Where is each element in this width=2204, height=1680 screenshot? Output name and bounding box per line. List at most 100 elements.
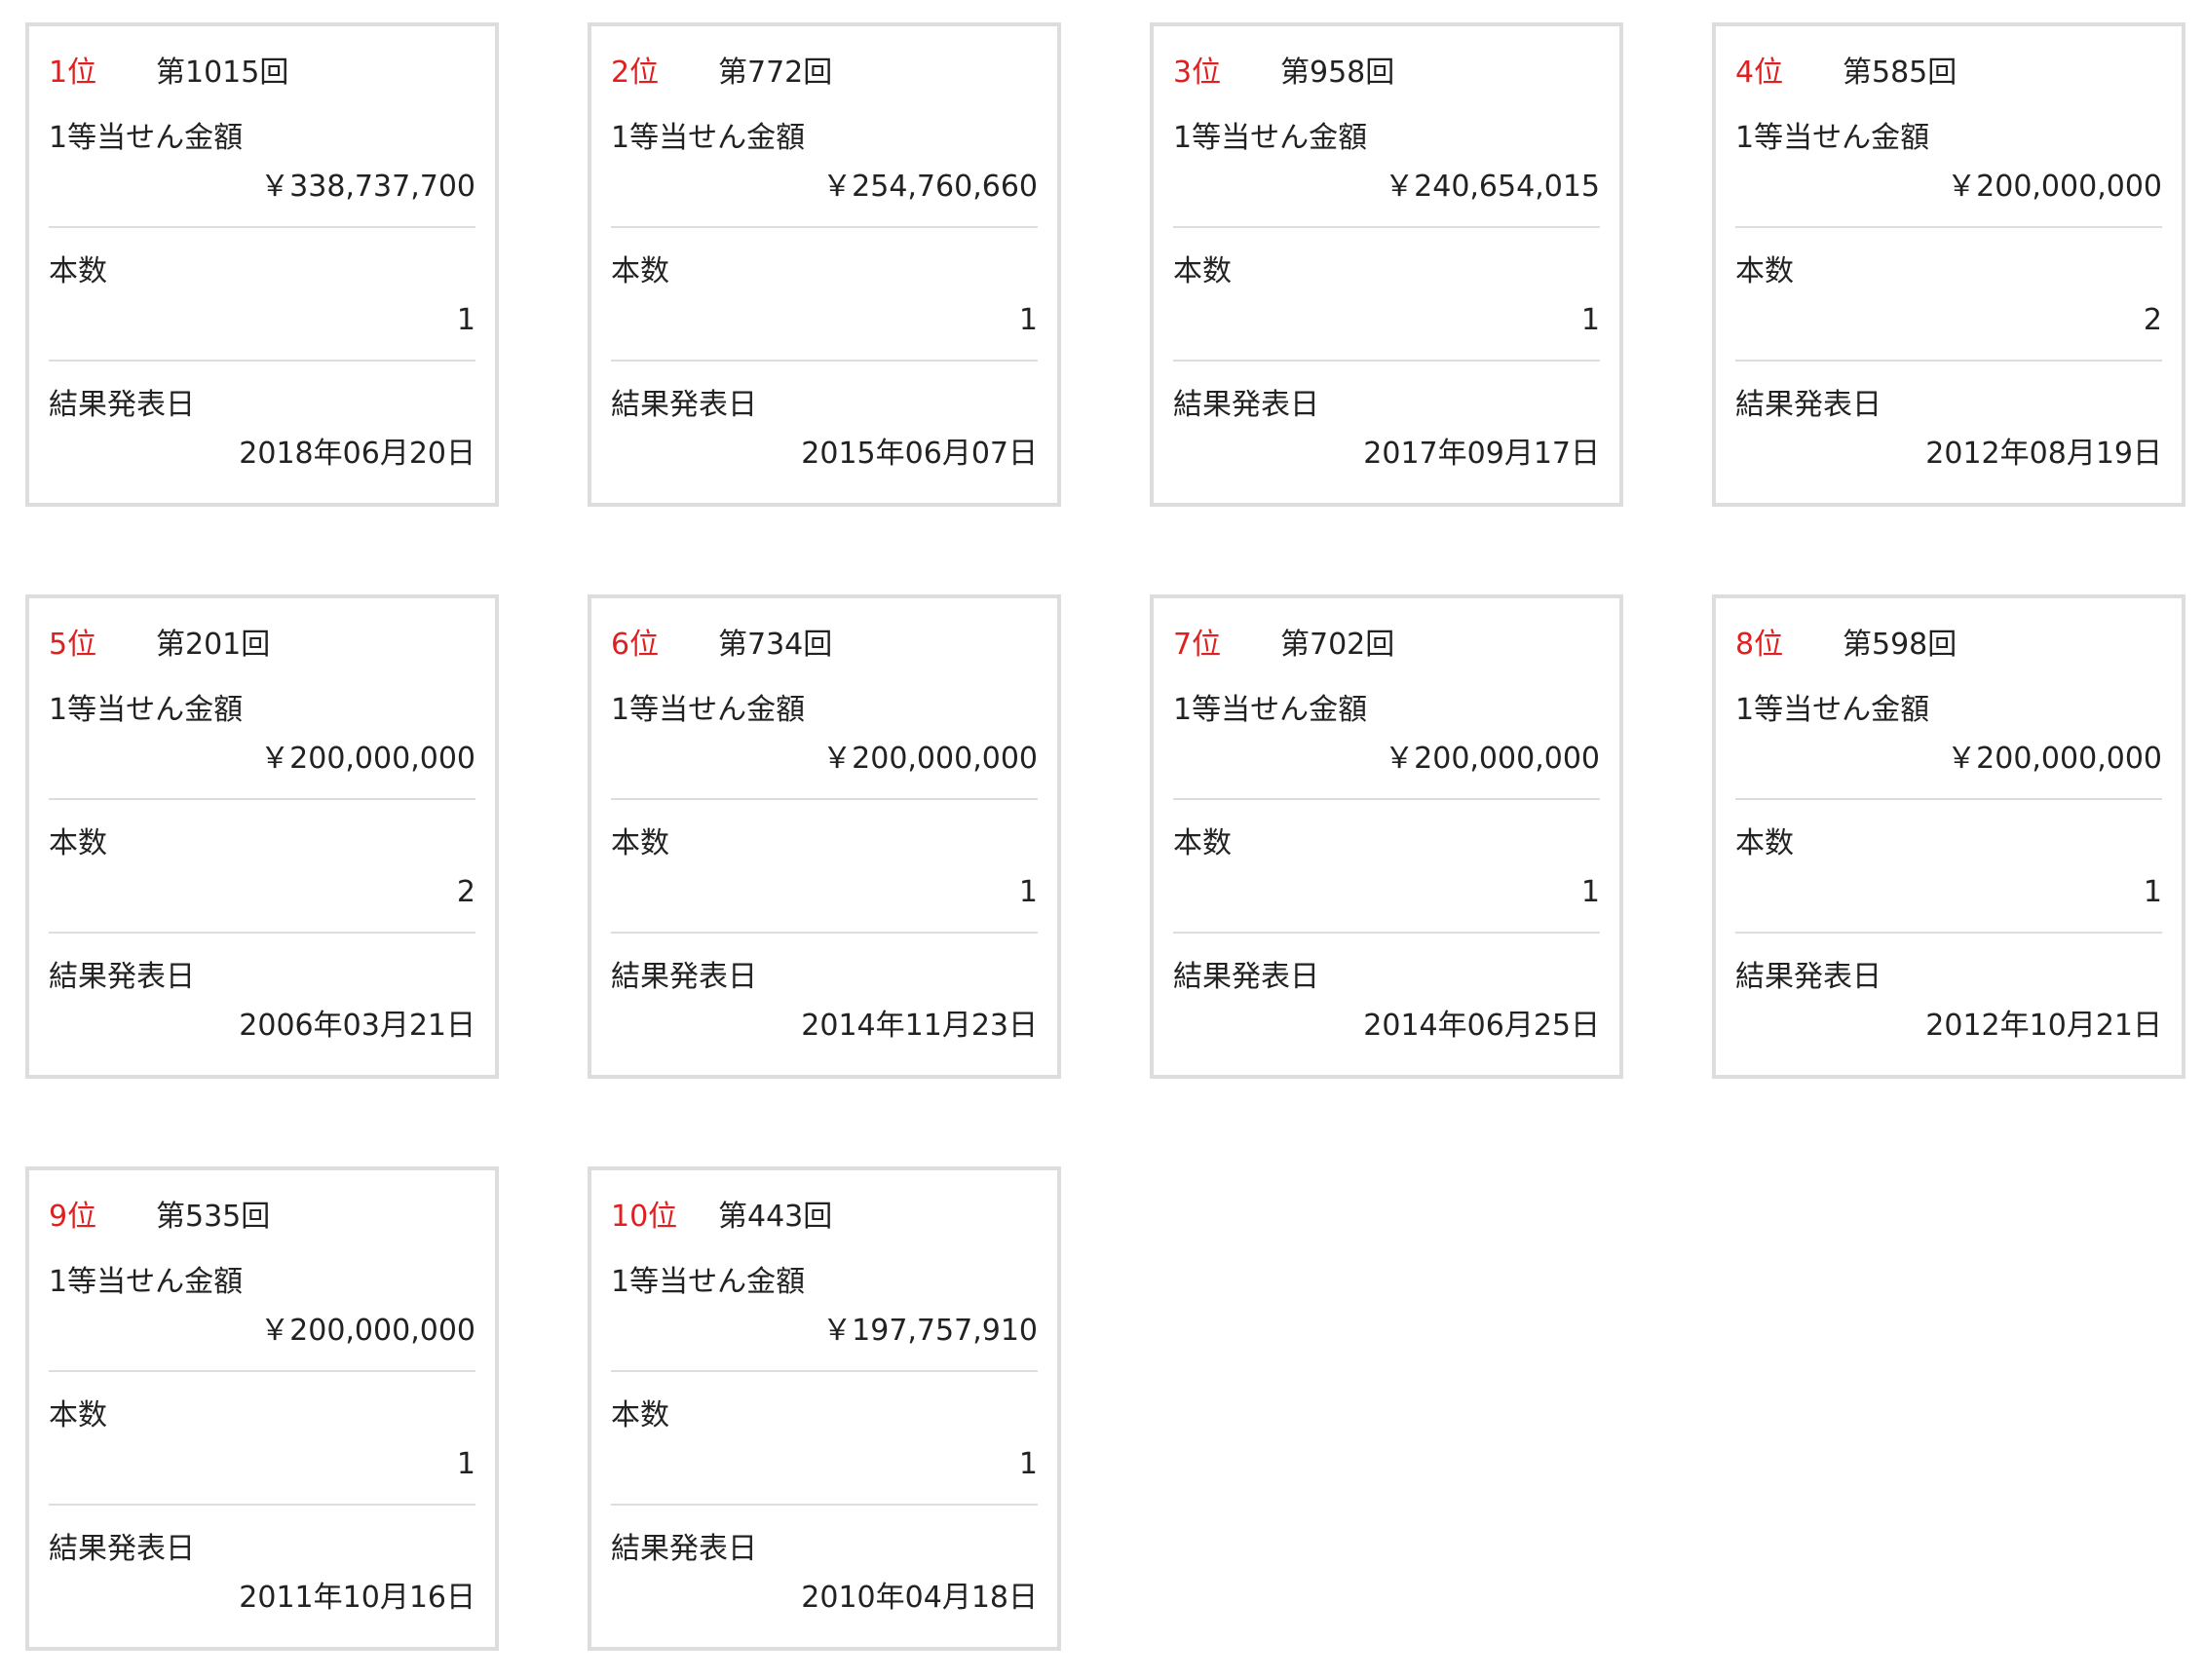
draw-number: 第1015回 bbox=[156, 56, 289, 90]
ranking-card: 8位 第598回 1等当せん金額 ￥200,000,000 本数 1 結果発表日… bbox=[1712, 594, 2185, 1079]
count-section: 本数 1 bbox=[1173, 228, 1600, 362]
card-header: 6位 第734回 bbox=[611, 616, 1038, 667]
winner-count: 2 bbox=[2143, 303, 2162, 337]
date-section: 結果発表日 2014年11月23日 bbox=[611, 934, 1038, 1067]
count-section: 本数 1 bbox=[611, 1372, 1038, 1506]
count-section: 本数 1 bbox=[1735, 800, 2162, 934]
card-header: 9位 第535回 bbox=[49, 1188, 475, 1239]
rank-label: 5位 bbox=[49, 628, 97, 662]
prize-amount: ￥200,000,000 bbox=[1385, 742, 1600, 776]
date-label: 結果発表日 bbox=[611, 388, 757, 422]
rank-label: 3位 bbox=[1173, 56, 1222, 90]
count-label: 本数 bbox=[611, 826, 669, 860]
date-section: 結果発表日 2018年06月20日 bbox=[49, 362, 475, 495]
prize-section: 1等当せん金額 ￥240,654,015 bbox=[1173, 95, 1600, 228]
date-section: 結果発表日 2012年08月19日 bbox=[1735, 362, 2162, 495]
rank-label: 10位 bbox=[611, 1200, 678, 1234]
prize-label: 1等当せん金額 bbox=[49, 693, 244, 727]
rank-label: 1位 bbox=[49, 56, 97, 90]
prize-amount: ￥200,000,000 bbox=[822, 742, 1038, 776]
count-label: 本数 bbox=[1173, 826, 1232, 860]
card-header: 7位 第702回 bbox=[1173, 616, 1600, 667]
count-label: 本数 bbox=[611, 1398, 669, 1432]
prize-amount: ￥240,654,015 bbox=[1385, 170, 1600, 204]
date-section: 結果発表日 2006年03月21日 bbox=[49, 934, 475, 1067]
count-section: 本数 1 bbox=[611, 228, 1038, 362]
draw-number: 第958回 bbox=[1280, 56, 1395, 90]
count-label: 本数 bbox=[1735, 826, 1794, 860]
result-date: 2012年10月21日 bbox=[1925, 1009, 2162, 1043]
result-date: 2006年03月21日 bbox=[239, 1009, 475, 1043]
prize-amount: ￥200,000,000 bbox=[1947, 742, 2162, 776]
card-header: 4位 第585回 bbox=[1735, 44, 2162, 95]
prize-label: 1等当せん金額 bbox=[611, 1265, 806, 1299]
result-date: 2015年06月07日 bbox=[801, 437, 1038, 471]
date-label: 結果発表日 bbox=[611, 960, 757, 994]
date-section: 結果発表日 2014年06月25日 bbox=[1173, 934, 1600, 1067]
result-date: 2017年09月17日 bbox=[1363, 437, 1600, 471]
prize-label: 1等当せん金額 bbox=[1173, 693, 1368, 727]
date-section: 結果発表日 2010年04月18日 bbox=[611, 1506, 1038, 1639]
winner-count: 1 bbox=[1580, 875, 1600, 909]
card-header: 3位 第958回 bbox=[1173, 44, 1600, 95]
rank-label: 6位 bbox=[611, 628, 660, 662]
winner-count: 1 bbox=[1018, 875, 1038, 909]
prize-section: 1等当せん金額 ￥200,000,000 bbox=[1735, 667, 2162, 800]
card-header: 8位 第598回 bbox=[1735, 616, 2162, 667]
prize-section: 1等当せん金額 ￥338,737,700 bbox=[49, 95, 475, 228]
draw-number: 第772回 bbox=[718, 56, 833, 90]
prize-amount: ￥200,000,000 bbox=[260, 1314, 475, 1348]
date-label: 結果発表日 bbox=[611, 1532, 757, 1566]
count-section: 本数 1 bbox=[1173, 800, 1600, 934]
date-label: 結果発表日 bbox=[49, 388, 195, 422]
date-label: 結果発表日 bbox=[49, 960, 195, 994]
result-date: 2011年10月16日 bbox=[239, 1581, 475, 1615]
count-label: 本数 bbox=[49, 1398, 107, 1432]
count-section: 本数 1 bbox=[49, 1372, 475, 1506]
winner-count: 1 bbox=[456, 303, 475, 337]
count-label: 本数 bbox=[1735, 254, 1794, 288]
ranking-card: 4位 第585回 1等当せん金額 ￥200,000,000 本数 2 結果発表日… bbox=[1712, 22, 2185, 507]
prize-section: 1等当せん金額 ￥200,000,000 bbox=[49, 1239, 475, 1372]
ranking-card: 9位 第535回 1等当せん金額 ￥200,000,000 本数 1 結果発表日… bbox=[25, 1166, 499, 1651]
prize-section: 1等当せん金額 ￥200,000,000 bbox=[1173, 667, 1600, 800]
draw-number: 第201回 bbox=[156, 628, 271, 662]
result-date: 2012年08月19日 bbox=[1925, 437, 2162, 471]
prize-amount: ￥338,737,700 bbox=[260, 170, 475, 204]
date-section: 結果発表日 2015年06月07日 bbox=[611, 362, 1038, 495]
count-label: 本数 bbox=[611, 254, 669, 288]
card-header: 5位 第201回 bbox=[49, 616, 475, 667]
ranking-card: 7位 第702回 1等当せん金額 ￥200,000,000 本数 1 結果発表日… bbox=[1150, 594, 1623, 1079]
result-date: 2018年06月20日 bbox=[239, 437, 475, 471]
draw-number: 第734回 bbox=[718, 628, 833, 662]
card-header: 10位 第443回 bbox=[611, 1188, 1038, 1239]
prize-section: 1等当せん金額 ￥200,000,000 bbox=[49, 667, 475, 800]
count-label: 本数 bbox=[49, 826, 107, 860]
date-label: 結果発表日 bbox=[1173, 960, 1319, 994]
result-date: 2010年04月18日 bbox=[801, 1581, 1038, 1615]
prize-amount: ￥200,000,000 bbox=[260, 742, 475, 776]
winner-count: 1 bbox=[1018, 303, 1038, 337]
prize-label: 1等当せん金額 bbox=[611, 693, 806, 727]
prize-amount: ￥200,000,000 bbox=[1947, 170, 2162, 204]
date-label: 結果発表日 bbox=[1173, 388, 1319, 422]
rank-label: 8位 bbox=[1735, 628, 1784, 662]
date-label: 結果発表日 bbox=[1735, 388, 1881, 422]
date-section: 結果発表日 2012年10月21日 bbox=[1735, 934, 2162, 1067]
date-section: 結果発表日 2017年09月17日 bbox=[1173, 362, 1600, 495]
prize-section: 1等当せん金額 ￥197,757,910 bbox=[611, 1239, 1038, 1372]
ranking-grid: 1位 第1015回 1等当せん金額 ￥338,737,700 本数 1 結果発表… bbox=[25, 22, 2185, 1651]
prize-label: 1等当せん金額 bbox=[611, 121, 806, 155]
rank-label: 2位 bbox=[611, 56, 660, 90]
date-label: 結果発表日 bbox=[1735, 960, 1881, 994]
winner-count: 1 bbox=[1580, 303, 1600, 337]
prize-section: 1等当せん金額 ￥254,760,660 bbox=[611, 95, 1038, 228]
ranking-card: 6位 第734回 1等当せん金額 ￥200,000,000 本数 1 結果発表日… bbox=[588, 594, 1061, 1079]
prize-label: 1等当せん金額 bbox=[49, 121, 244, 155]
result-date: 2014年11月23日 bbox=[801, 1009, 1038, 1043]
prize-amount: ￥254,760,660 bbox=[822, 170, 1038, 204]
card-header: 2位 第772回 bbox=[611, 44, 1038, 95]
draw-number: 第598回 bbox=[1843, 628, 1957, 662]
prize-section: 1等当せん金額 ￥200,000,000 bbox=[611, 667, 1038, 800]
winner-count: 1 bbox=[2143, 875, 2162, 909]
